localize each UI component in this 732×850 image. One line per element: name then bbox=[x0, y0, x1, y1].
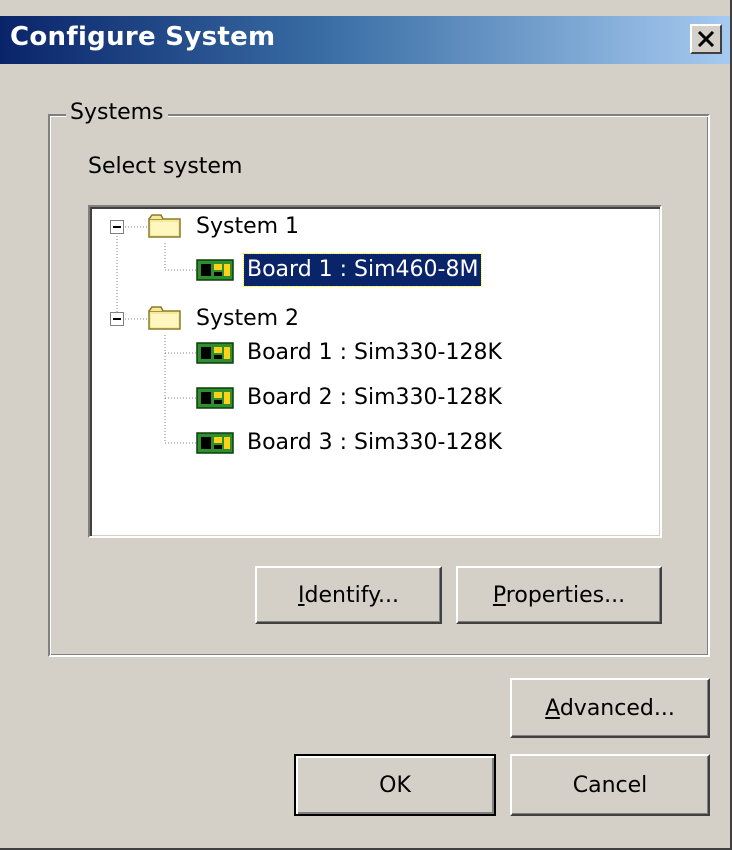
systems-group-label: Systems bbox=[66, 100, 168, 125]
board-label: Board 1 : Sim460-8M bbox=[247, 257, 479, 282]
folder-icon bbox=[148, 214, 181, 238]
system-2-label: System 2 bbox=[196, 306, 300, 331]
folder-icon bbox=[148, 306, 181, 330]
tree-node-system-2-board-1[interactable]: Board 1 : Sim330-128K bbox=[247, 337, 502, 369]
advanced-button[interactable]: Advanced... bbox=[510, 678, 710, 738]
system-1-collapse-toggle[interactable] bbox=[110, 220, 124, 234]
close-button[interactable] bbox=[690, 24, 722, 54]
select-system-label: Select system bbox=[88, 154, 243, 179]
circuit-board-icon bbox=[196, 432, 234, 454]
cancel-button[interactable]: Cancel bbox=[510, 754, 710, 816]
tree-node-system-2-board-2[interactable]: Board 2 : Sim330-128K bbox=[247, 382, 502, 414]
board-label: Board 1 : Sim330-128K bbox=[247, 340, 502, 365]
board-label: Board 3 : Sim330-128K bbox=[247, 430, 502, 455]
tree-node-system-1-board-1[interactable]: Board 1 : Sim460-8M bbox=[242, 253, 483, 287]
system-1-label: System 1 bbox=[196, 214, 300, 239]
configure-system-dialog: Configure System Systems Select system S… bbox=[0, 0, 732, 850]
identify-button[interactable]: Identify... bbox=[255, 566, 442, 624]
circuit-board-icon bbox=[196, 259, 234, 281]
tree-node-system-2-board-3[interactable]: Board 3 : Sim330-128K bbox=[247, 427, 502, 459]
properties-button[interactable]: Properties... bbox=[456, 566, 662, 624]
circuit-board-icon bbox=[196, 342, 234, 364]
system-tree-view[interactable]: System 1 Board 1 : Sim460-8M System 2 Bo… bbox=[88, 205, 662, 538]
title-bar[interactable]: Configure System bbox=[0, 16, 730, 64]
board-label: Board 2 : Sim330-128K bbox=[247, 385, 502, 410]
close-icon bbox=[697, 31, 715, 47]
ok-button[interactable]: OK bbox=[294, 754, 496, 816]
system-2-collapse-toggle[interactable] bbox=[110, 312, 124, 326]
tree-node-system-1[interactable]: System 1 bbox=[196, 211, 299, 243]
window-title: Configure System bbox=[10, 22, 276, 52]
circuit-board-icon bbox=[196, 387, 234, 409]
tree-node-system-2[interactable]: System 2 bbox=[196, 303, 299, 335]
